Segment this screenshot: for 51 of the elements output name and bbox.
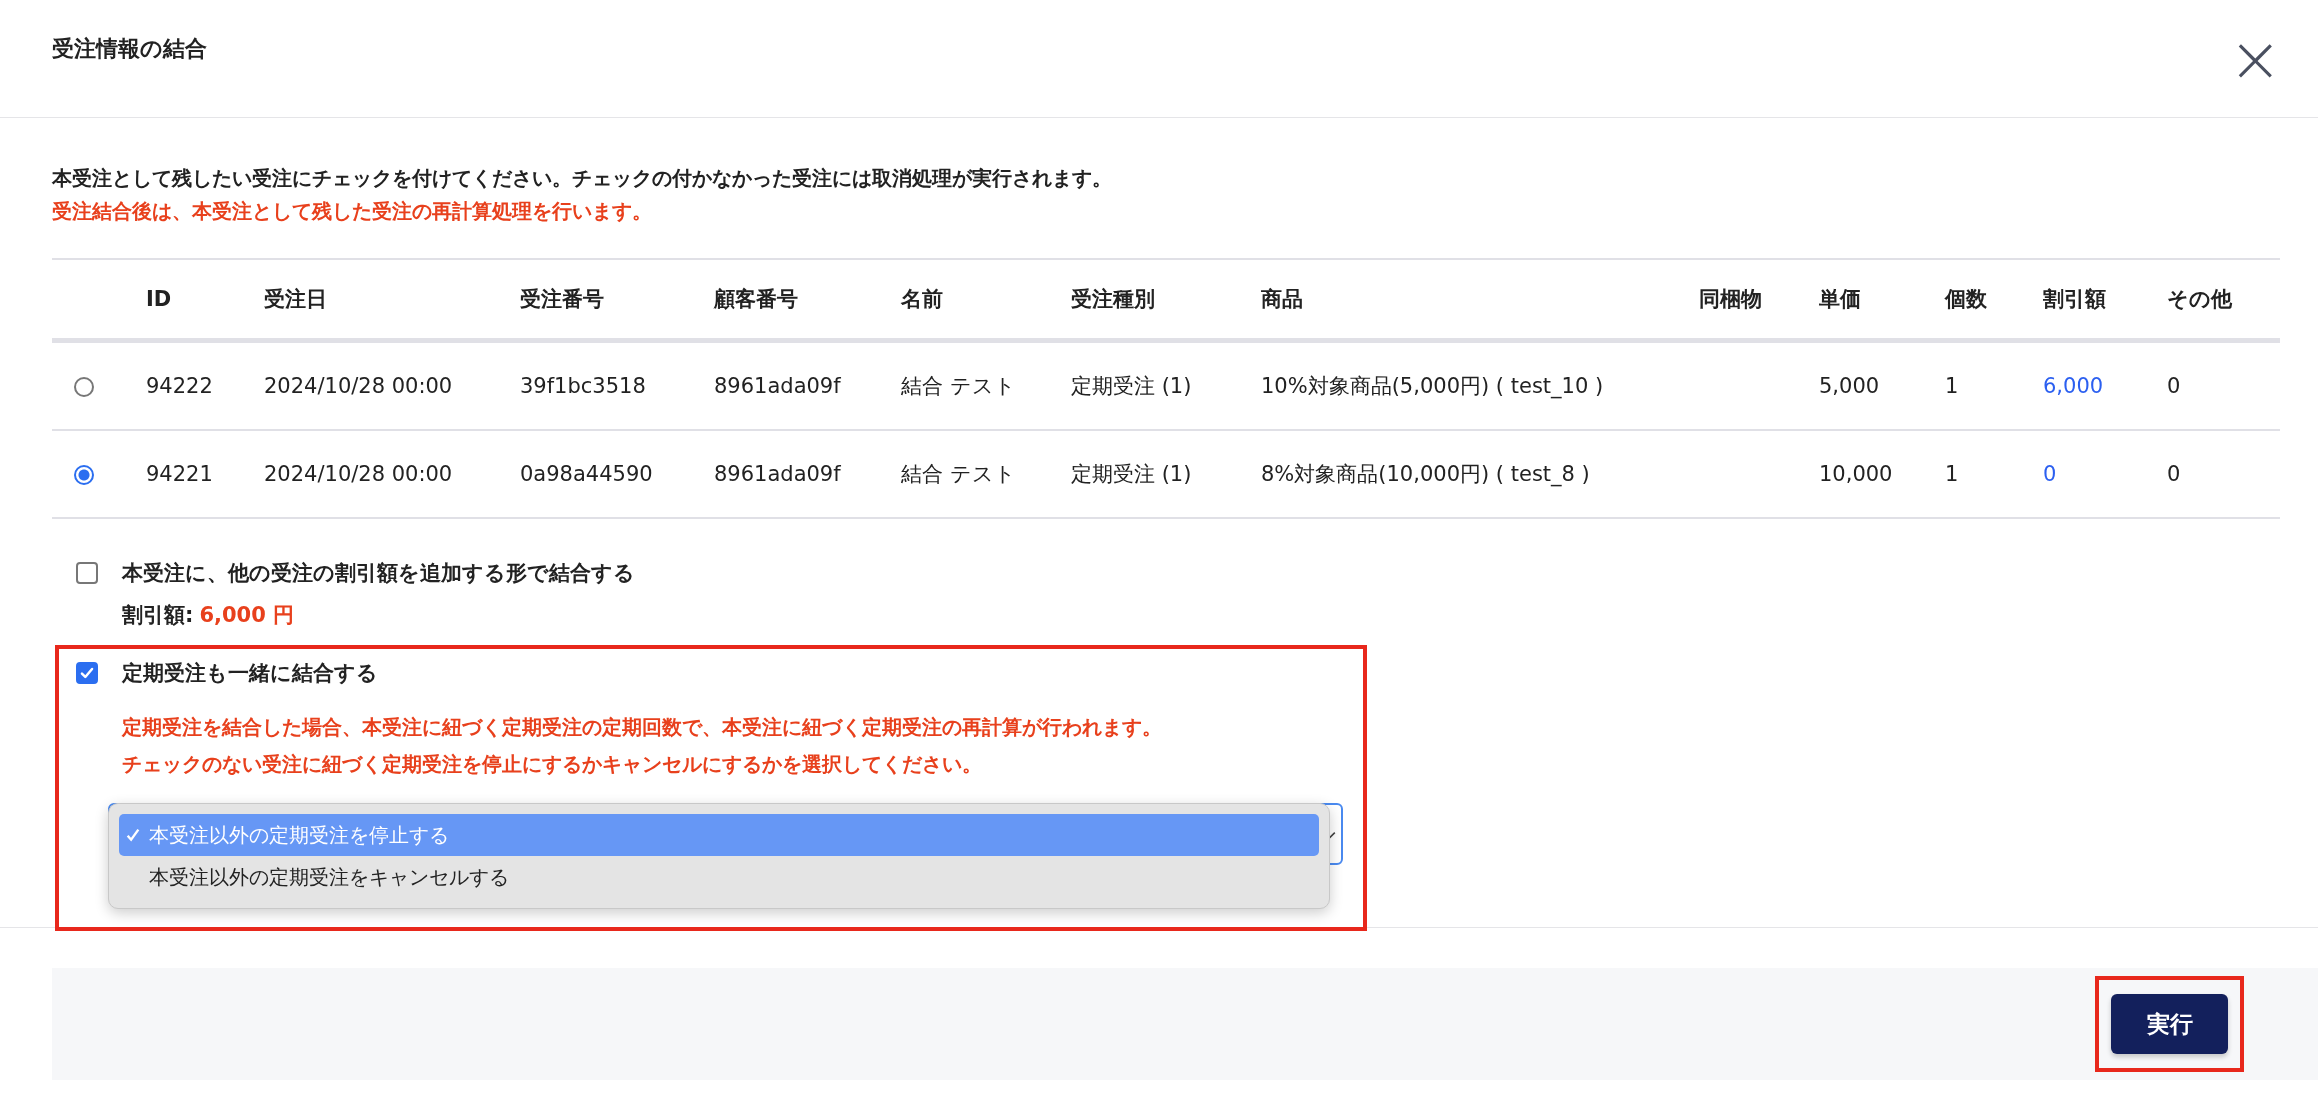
option-label: 定期受注も一緒に結合する	[122, 660, 378, 687]
discount-link[interactable]: 6,000	[2043, 374, 2104, 398]
discount-value: 6,000 円	[199, 603, 295, 627]
table-cell: 10,000	[1819, 462, 1893, 486]
table-cell: 94221	[146, 462, 213, 486]
table-cell: 定期受注 (1)	[1071, 374, 1192, 398]
check-icon	[125, 827, 141, 843]
column-header: 受注種別	[1070, 259, 1260, 341]
table-cell: 39f1bc3518	[520, 374, 646, 398]
table-cell: 結合 テスト	[901, 374, 1016, 398]
column-header: 個数	[1944, 259, 2042, 341]
checkbox[interactable]	[76, 662, 98, 684]
warning-text: 受注結合後は、本受注として残した受注の再計算処理を行います。	[52, 198, 653, 225]
column-header: 割引額	[2042, 259, 2166, 341]
column-header: 商品	[1260, 259, 1698, 341]
column-header: その他	[2166, 259, 2248, 341]
column-header: 名前	[900, 259, 1070, 341]
table-cell: 0	[2167, 462, 2181, 486]
instruction-text: 本受注として残したい受注にチェックを付けてください。チェックの付かなかった受注には取消処理が実行されます。	[52, 165, 1113, 192]
radio-button[interactable]	[74, 377, 94, 397]
checkbox[interactable]	[76, 562, 98, 584]
table-cell: 8961ada09f	[714, 374, 841, 398]
discount-label: 割引額:	[122, 603, 194, 627]
table-cell: 8961ada09f	[714, 462, 841, 486]
table-cell: 10%対象商品(5,000円) ( test_10 )	[1261, 374, 1604, 398]
column-header: 受注番号	[519, 259, 713, 341]
close-button[interactable]: ×	[2222, 26, 2288, 91]
table-cell: 定期受注 (1)	[1071, 462, 1192, 486]
execute-button[interactable]: 実行	[2111, 994, 2228, 1054]
table-cell: 94222	[146, 374, 213, 398]
column-header: 単価	[1818, 259, 1944, 341]
warning-text: チェックのない受注に紐づく定期受注を停止にするかキャンセルにするかを選択してください。	[122, 751, 983, 778]
warning-text: 定期受注を結合した場合、本受注に紐づく定期受注の定期回数で、本受注に紐づく定期受注の再計算が行われます。	[122, 714, 1163, 741]
menu-item[interactable]: 本受注以外の定期受注をキャンセルする	[119, 856, 1319, 898]
table-cell: 8%対象商品(10,000円) ( test_8 )	[1261, 462, 1590, 486]
column-header: 同梱物	[1698, 259, 1818, 341]
dialog-title: 受注情報の結合	[52, 34, 207, 63]
table-cell: 1	[1945, 462, 1959, 486]
discount-link[interactable]: 0	[2043, 462, 2057, 486]
table-cell: 結合 テスト	[901, 462, 1016, 486]
table-cell: 5,000	[1819, 374, 1880, 398]
table-cell: 2024/10/28 00:00	[264, 462, 453, 486]
table-cell: 1	[1945, 374, 1959, 398]
table-cell: 0	[2167, 374, 2181, 398]
radio-button[interactable]	[74, 465, 94, 485]
table-cell: 0a98a44590	[520, 462, 653, 486]
option-label: 本受注に、他の受注の割引額を追加する形で結合する	[122, 560, 635, 587]
column-header: 受注日	[263, 259, 519, 341]
column-header: ID	[145, 259, 263, 341]
column-header: 顧客番号	[713, 259, 900, 341]
table-cell: 2024/10/28 00:00	[264, 374, 453, 398]
